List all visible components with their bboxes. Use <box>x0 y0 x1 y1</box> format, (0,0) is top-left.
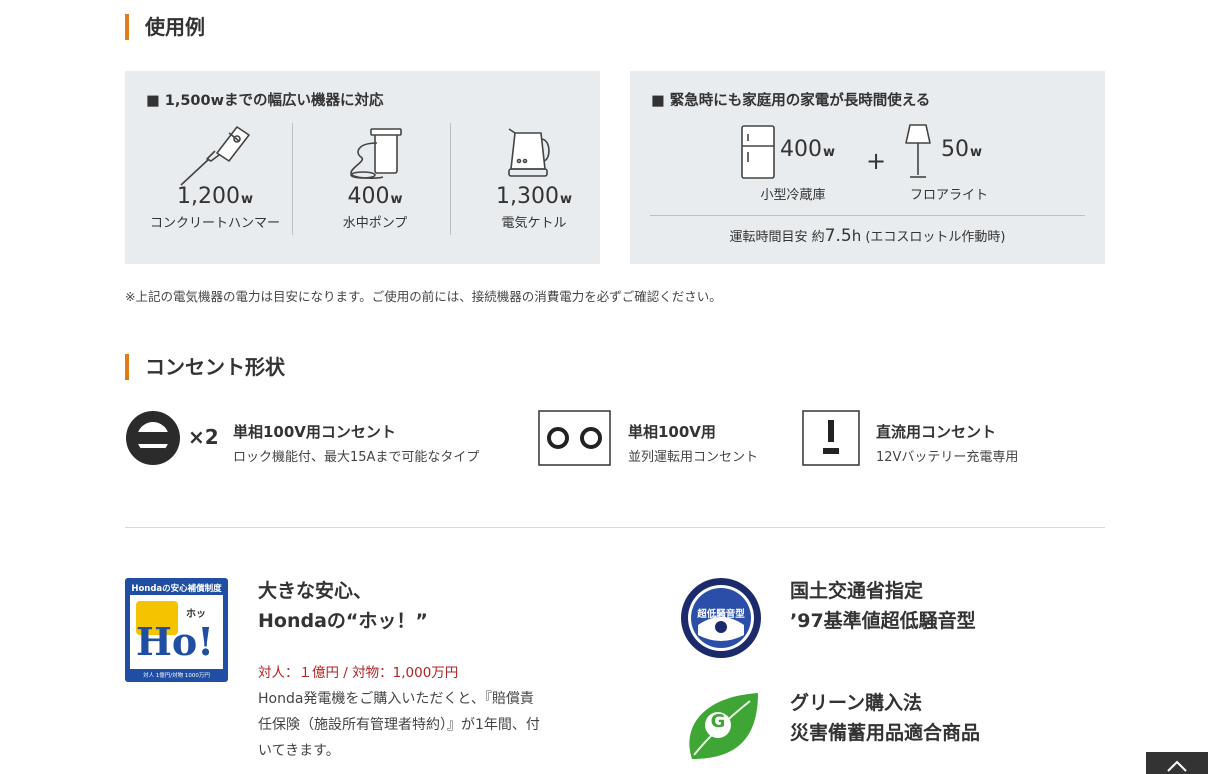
title-line: 大きな安心、 <box>258 580 373 602</box>
title-line: Hondaの“ホッ！” <box>258 610 428 632</box>
label-fridge: 小型冷蔵庫 <box>760 188 826 203</box>
honda-description: Honda発電機をご購入いただくと、『賠償責 任保険（施設所有管理者特約）』が1… <box>258 686 540 764</box>
honda-coverage: 対人：１億円 / 対物：1,000万円 <box>258 665 459 681</box>
outlet-desc: 並列運転用コンセント <box>628 450 759 465</box>
pump-icon <box>350 128 402 179</box>
section-title-outlets: コンセント形状 <box>125 354 285 380</box>
honda-feature-title: 大きな安心、 Hondaの“ホッ！” <box>258 576 428 636</box>
usage-panel-wide-range: ■ 1,500wまでの幅広い機器に対応 1,200w コンクリートハンマー 40… <box>125 71 600 264</box>
label-pump: 水中ポンプ <box>342 216 408 231</box>
mlit-feature-title: 国土交通省指定 ’97基準値超低騒音型 <box>790 576 976 636</box>
green-feature-title: グリーン購入法 災害備蓄用品適合商品 <box>790 688 980 748</box>
honda-hotto-badge: Hondaの安心補償制度 ホッ Ho! 対人 1億円/対物 1000万円 <box>125 578 228 682</box>
badge-main-text: Ho! <box>136 619 214 664</box>
dc-outlet-icon <box>802 410 860 466</box>
usage-panel-emergency: ■ 緊急時にも家庭用の家電が長時間使える 400w 小型冷蔵庫 + 50w フロ… <box>630 71 1105 264</box>
desc-line: いてきます。 <box>258 743 340 759</box>
outlet-title: 単相100V用 <box>628 423 716 441</box>
outlet-title: 直流用コンセント <box>876 423 997 441</box>
outlet-title: 単相100V用コンセント <box>233 423 396 441</box>
label-kettle: 電気ケトル <box>501 216 567 231</box>
watt-pump: 400w <box>347 184 403 209</box>
fridge-icon <box>741 125 775 179</box>
desc-line: 任保険（施設所有管理者特約）』が1年間、付 <box>258 717 540 733</box>
desc-line: Honda発電機をご購入いただくと、『賠償責 <box>258 691 534 707</box>
badge-mark-text: ホッ <box>186 609 206 620</box>
outlet-desc: ロック機能付、最大15Aまで可能なタイプ <box>233 450 480 465</box>
kettle-icon <box>508 128 550 177</box>
scroll-to-top-button[interactable] <box>1146 752 1208 774</box>
mlit-badge-text: 超低騒音型 <box>697 609 745 620</box>
label-lamp: フロアライト <box>909 188 988 203</box>
badge-header: Hondaの安心補償制度 <box>131 584 222 594</box>
divider <box>650 215 1085 216</box>
outlet-desc: 12Vバッテリー充電専用 <box>876 450 1019 465</box>
section-title-usage: 使用例 <box>125 14 205 40</box>
section-divider <box>125 527 1105 528</box>
title-line: グリーン購入法 <box>790 692 923 714</box>
locking-outlet-icon <box>126 411 180 465</box>
title-line: ’97基準値超低騒音型 <box>790 610 976 632</box>
lamp-icon <box>905 124 931 178</box>
title-line: 国土交通省指定 <box>790 580 924 602</box>
title-line: 災害備蓄用品適合商品 <box>790 722 981 744</box>
panel-heading: ■ 1,500wまでの幅広い機器に対応 <box>146 93 384 109</box>
panel-heading: ■ 緊急時にも家庭用の家電が長時間使える <box>651 93 931 109</box>
badge-footer: 対人 1億円/対物 1000万円 <box>143 673 210 679</box>
divider <box>292 123 293 235</box>
outlet-multiplier: ×2 <box>188 425 219 449</box>
watt-kettle: 1,300w <box>496 184 572 209</box>
watt-lamp: 50w <box>941 137 983 162</box>
green-badge-letter: G <box>710 711 726 732</box>
watt-fridge: 400w <box>780 137 836 162</box>
usage-note: ※上記の電気機器の電力は目安になります。ご使用の前には、接続機器の消費電力を必ず… <box>125 289 722 304</box>
plus-sign: + <box>866 147 887 175</box>
label-hammer: コンクリートハンマー <box>149 216 280 231</box>
hammer-icon <box>180 126 250 186</box>
divider <box>450 123 451 235</box>
badge-inner: ホッ Ho! <box>130 595 223 669</box>
runtime-text: 運転時間目安 約7.5h (エコスロットル作動時) <box>729 226 1006 246</box>
chevron-up-icon <box>1167 760 1187 772</box>
watt-hammer: 1,200w <box>177 184 253 209</box>
parallel-outlet-icon <box>538 410 611 466</box>
